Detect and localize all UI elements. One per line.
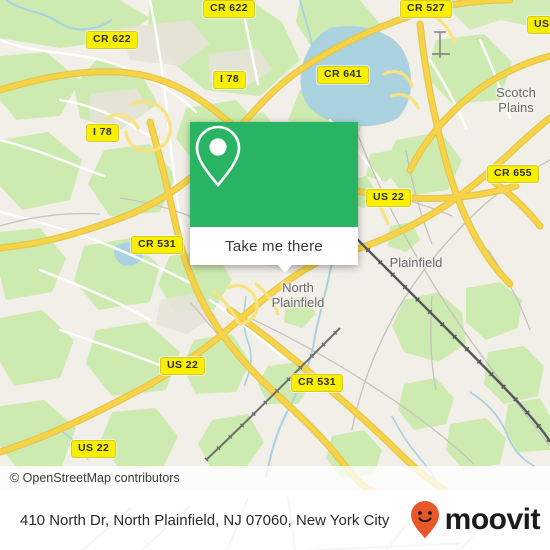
road-shield-i78-top[interactable]: I 78 [213,71,247,89]
popup-card-pointer [274,260,296,273]
road-shield-us22-mid[interactable]: US 22 [366,189,412,207]
road-shield-us22-lower[interactable]: US 22 [160,357,206,375]
osm-attribution-text[interactable]: © OpenStreetMap contributors [0,471,180,485]
road-shield-cr655[interactable]: CR 655 [487,165,540,183]
moovit-logo[interactable]: moovit [409,500,541,540]
road-shield-cr527[interactable]: CR 527 [400,0,453,18]
footer-content-row: 410 North Dr, North Plainfield, NJ 07060… [0,490,550,550]
screenshot-frame: CR 622 CR 527 CR 622 US I 78 CR 641 I 78… [0,0,550,550]
road-shield-cr622-left[interactable]: CR 622 [86,31,139,49]
road-shield-cr622-top[interactable]: CR 622 [203,0,256,18]
map-canvas[interactable]: CR 622 CR 527 CR 622 US I 78 CR 641 I 78… [0,0,550,490]
moovit-smiley-pin-icon [410,501,439,539]
destination-popup-card[interactable]: Take me there [190,122,358,265]
destination-address: 410 North Dr, North Plainfield, NJ 07060… [20,511,390,529]
map-pin-icon [195,125,241,188]
road-shield-i78-left[interactable]: I 78 [86,124,120,142]
road-shield-cr531-left[interactable]: CR 531 [131,236,184,254]
road-shield-cr531-bottom[interactable]: CR 531 [291,374,344,392]
moovit-wordmark: moovit [444,503,541,536]
road-shield-cr641[interactable]: CR 641 [317,66,370,84]
road-shield-us22-bottom[interactable]: US 22 [71,440,117,458]
popup-card-header [190,122,358,227]
take-me-there-label: Take me there [225,237,323,255]
map-attribution-bar: © OpenStreetMap contributors [0,466,550,490]
road-shield-us-edge[interactable]: US [527,16,550,34]
footer-bar: 410 North Dr, North Plainfield, NJ 07060… [0,490,550,550]
